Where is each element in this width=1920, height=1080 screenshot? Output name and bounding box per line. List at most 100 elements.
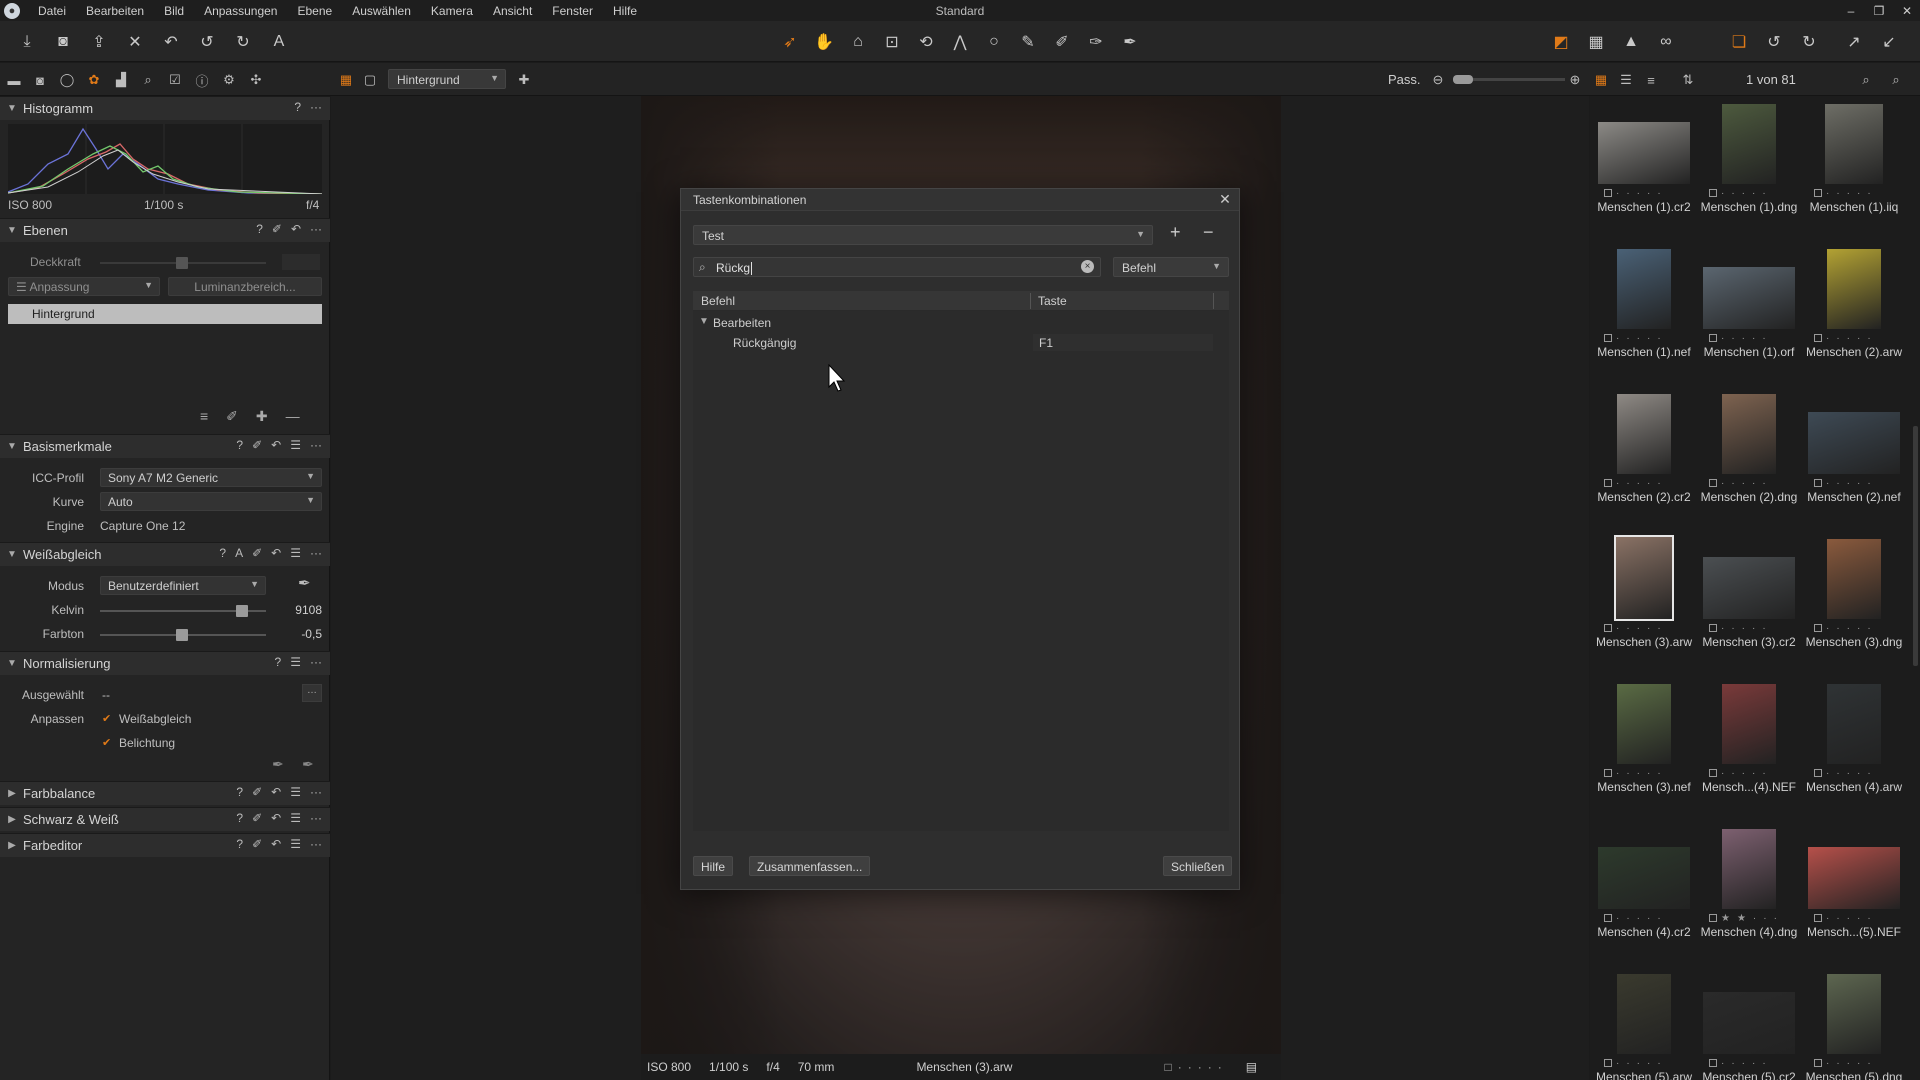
adjust-tab-icon[interactable]: ☑ [165, 70, 185, 90]
presets-icon[interactable]: ☰ [290, 811, 301, 825]
reset-icon[interactable]: ↶ [291, 222, 301, 236]
add-set-icon[interactable]: + [1170, 222, 1181, 243]
clear-search-icon[interactable]: × [1081, 260, 1094, 273]
wb-checkbox[interactable]: ✔ [102, 713, 114, 725]
thumbnail[interactable]: ····· Menschen (3).arw [1592, 531, 1696, 675]
thumbnail-rating[interactable]: ····· [1604, 623, 1694, 634]
thumbnail-image[interactable] [1722, 104, 1776, 184]
more-icon[interactable]: ··· [310, 546, 322, 560]
spot-tool-icon[interactable]: ○ [981, 29, 1007, 55]
rotate-left-icon[interactable]: ↺ [1761, 29, 1787, 55]
export-icon[interactable]: ⇪ [86, 29, 112, 55]
help-button[interactable]: Hilfe [693, 856, 734, 876]
crop-tool-icon[interactable]: ⊡ [879, 29, 905, 55]
select-tool-icon[interactable]: ➶ [777, 29, 803, 55]
copy-adjust-icon[interactable]: ↗ [1841, 29, 1867, 55]
layer-remove-icon[interactable]: — [286, 408, 300, 425]
thumbnail-rating[interactable]: ····· [1709, 478, 1799, 489]
thumbnail-image[interactable] [1617, 684, 1671, 764]
thumbnail-rating[interactable]: ····· [1814, 333, 1904, 344]
thumbnail-rating[interactable]: ★★··· [1709, 913, 1799, 924]
tint-slider[interactable] [100, 629, 266, 641]
bw-header[interactable]: ▶ Schwarz & Weiß ? ✐ ↶ ☰ ··· [0, 807, 330, 831]
picker-tool-icon[interactable]: ✎ [1015, 29, 1041, 55]
picker-icon[interactable]: ✐ [252, 837, 262, 851]
shortcut-row-undo[interactable]: Rückgängig F1 [693, 333, 1229, 353]
menu-ansicht[interactable]: Ansicht [483, 4, 542, 18]
apply-norm-icon[interactable]: ✒ [302, 756, 314, 773]
capture-tab-icon[interactable]: ◙ [30, 70, 50, 90]
basic-header[interactable]: ▼ Basismerkmale ? ✐ ↶ ☰ ··· [0, 434, 330, 458]
thumbnail[interactable]: ····· Menschen (3).nef [1592, 676, 1696, 820]
zoom-out-icon[interactable]: ⊖ [1428, 70, 1448, 90]
thumbnail-image[interactable] [1614, 535, 1674, 621]
presets-icon[interactable]: ☰ [290, 785, 301, 799]
output-tab-icon[interactable]: ⚙ [219, 70, 239, 90]
thumbnail-rating[interactable]: ····· [1814, 188, 1904, 199]
thumbnail[interactable]: ····· Menschen (3).dng [1802, 531, 1906, 675]
adjustment-layer-button[interactable]: ☰ Anpassung ▼ [8, 277, 160, 296]
column-key[interactable]: Taste [1038, 294, 1067, 308]
presets-icon[interactable]: ☰ [290, 546, 301, 560]
single-view-icon[interactable]: ▢ [360, 70, 380, 90]
sort-icon[interactable]: ⇅ [1678, 70, 1698, 90]
thumbnail[interactable]: ····· Menschen (4).arw [1802, 676, 1906, 820]
picker-icon[interactable]: ✐ [272, 222, 282, 236]
close-window-icon[interactable]: ✕ [1900, 4, 1914, 18]
undo-icon[interactable]: ↺ [194, 29, 220, 55]
menu-datei[interactable]: Datei [28, 4, 76, 18]
thumbnail-image[interactable] [1827, 539, 1881, 619]
thumbnail-rating[interactable]: ····· [1814, 478, 1904, 489]
icc-profile-select[interactable]: Sony A7 M2 Generic ▼ [100, 468, 322, 487]
thumbnail[interactable]: ····· Menschen (2).nef [1802, 386, 1906, 530]
apply-adjust-icon[interactable]: ↙ [1876, 29, 1902, 55]
batch-tab-icon[interactable]: ✣ [246, 70, 266, 90]
reset-icon[interactable]: ↶ [271, 837, 281, 851]
thumbnail-rating[interactable]: ····· [1814, 623, 1904, 634]
reset-icon[interactable]: ↶ [271, 546, 281, 560]
text-tool-icon[interactable]: A [266, 29, 292, 55]
histogram-header[interactable]: ▼ Histogramm ? ··· [0, 96, 330, 120]
zoom-in-icon[interactable]: ⊕ [1565, 70, 1585, 90]
kelvin-slider-knob[interactable] [236, 605, 248, 617]
thumbnail[interactable]: ····· Menschen (5).arw [1592, 966, 1696, 1080]
wb-picker-icon[interactable]: ✒ [298, 574, 311, 592]
thumbnail-image[interactable] [1827, 249, 1881, 329]
reset-icon[interactable]: ↶ [271, 811, 281, 825]
thumbnail-image[interactable] [1825, 104, 1883, 184]
dialog-close-icon[interactable]: ✕ [1217, 191, 1233, 207]
thumbnail-rating[interactable]: ····· [1814, 1058, 1904, 1069]
wb-mode-select[interactable]: Benutzerdefiniert ▼ [100, 576, 266, 595]
rotate-right-icon[interactable]: ↻ [1796, 29, 1822, 55]
help-icon[interactable]: ? [236, 785, 243, 799]
column-command[interactable]: Befehl [701, 294, 735, 308]
zoom-slider-knob[interactable] [1453, 75, 1473, 84]
thumbnail-rating[interactable]: ····· [1814, 768, 1904, 779]
color-tab-icon[interactable]: ✿ [84, 70, 104, 90]
status-info-icon[interactable]: ▤ [1246, 1060, 1257, 1074]
thumbnail-rating[interactable]: ····· [1814, 913, 1904, 924]
reset-icon[interactable]: ↶ [271, 438, 281, 452]
grid-icon[interactable]: ▦ [1583, 29, 1609, 55]
help-icon[interactable]: ? [294, 100, 301, 114]
thumbnail-image[interactable] [1703, 557, 1795, 619]
gradient-tool-icon[interactable]: ✑ [1083, 29, 1109, 55]
thumbnail-rating[interactable]: ····· [1604, 188, 1694, 199]
menu-bild[interactable]: Bild [154, 4, 194, 18]
brush-tool-icon[interactable]: ✐ [1049, 29, 1075, 55]
thumbnail[interactable]: ····· Mensch...(5).NEF [1802, 821, 1906, 965]
thumbnail-rating[interactable]: ····· [1604, 1058, 1694, 1069]
eraser-tool-icon[interactable]: ✒ [1117, 29, 1143, 55]
thumbnail-image[interactable] [1703, 992, 1795, 1054]
thumbnail-image[interactable] [1617, 394, 1671, 474]
tint-slider-knob[interactable] [176, 629, 188, 641]
more-icon[interactable]: ··· [310, 837, 322, 851]
thumbnail[interactable]: ····· Menschen (2).cr2 [1592, 386, 1696, 530]
colorbalance-header[interactable]: ▶ Farbbalance ? ✐ ↶ ☰ ··· [0, 781, 330, 805]
thumbnail-rating[interactable]: ····· [1604, 333, 1694, 344]
presets-icon[interactable]: ☰ [290, 655, 301, 669]
reset-icon[interactable]: ↶ [158, 29, 184, 55]
kelvin-slider[interactable] [100, 605, 266, 617]
minimize-icon[interactable]: – [1844, 4, 1858, 18]
thumbnail-image[interactable] [1722, 394, 1776, 474]
